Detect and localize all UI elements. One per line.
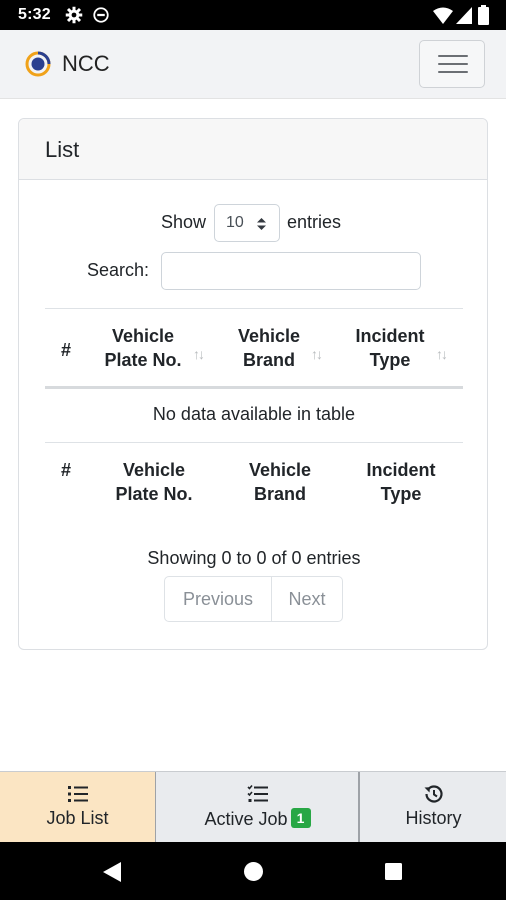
home-icon[interactable] <box>244 862 263 881</box>
list-icon <box>68 786 88 802</box>
system-nav-bar <box>0 842 506 900</box>
table-header-border <box>45 386 463 389</box>
brand-name[interactable]: NCC <box>62 51 110 77</box>
show-label: Show <box>161 212 207 232</box>
entries-per-page-select[interactable]: 10 <box>214 204 280 242</box>
list-card: List <box>18 118 488 650</box>
card-header: List <box>19 119 487 180</box>
next-button[interactable]: Next <box>272 577 342 621</box>
hamburger-bar <box>438 63 468 65</box>
table-footer-border <box>45 442 463 443</box>
hamburger-menu-button[interactable] <box>419 40 485 88</box>
table-top-border <box>45 308 463 309</box>
col-header-number[interactable]: # <box>52 338 80 362</box>
select-arrows-icon <box>257 218 266 230</box>
col-footer-brand: Vehicle Brand <box>235 458 325 506</box>
col-header-number-text: # <box>60 340 71 360</box>
status-bar: 5:32 <box>0 0 506 30</box>
status-time: 5:32 <box>18 6 51 23</box>
bottom-tab-bar: Job List Active Job 1 History <box>0 771 506 843</box>
tab-active-job-text: Active Job <box>204 809 288 829</box>
table-info-text: Showing 0 to 0 of 0 entries <box>147 548 361 568</box>
col-header-plate-line1: Vehicle <box>111 326 175 346</box>
search-label: Search: <box>87 260 150 280</box>
col-footer-incident-line1: Incident <box>366 460 436 480</box>
col-header-plate[interactable]: Vehicle Plate No. <box>92 324 194 372</box>
col-footer-incident: Incident Type <box>357 458 445 506</box>
col-footer-number: # <box>52 458 80 482</box>
gear-icon <box>65 6 83 24</box>
col-header-plate-line2: Plate No. <box>104 350 182 370</box>
col-header-brand[interactable]: Vehicle Brand <box>224 324 314 372</box>
tab-history[interactable]: History <box>361 772 506 843</box>
entries-per-page-value: 10 <box>226 214 244 231</box>
hamburger-menu-icon <box>438 55 468 57</box>
active-job-count-badge: 1 <box>290 808 311 828</box>
sort-icon: ↑↓ <box>311 346 323 362</box>
col-header-brand-line2: Brand <box>242 350 295 370</box>
previous-button[interactable]: Previous <box>165 577 272 621</box>
col-footer-brand-line1: Vehicle <box>248 460 312 480</box>
sort-icon: ↑↓ <box>193 346 205 362</box>
entries-label: entries <box>287 212 342 232</box>
battery-icon <box>478 5 489 25</box>
card-title: List <box>45 137 80 162</box>
col-header-incident[interactable]: Incident Type <box>346 324 434 372</box>
col-header-incident-line2: Type <box>369 350 411 370</box>
search-input[interactable] <box>161 252 421 290</box>
tab-active-job-label: Active Job 1 <box>157 808 358 830</box>
ncc-logo-icon <box>25 51 51 77</box>
tab-job-list[interactable]: Job List <box>0 772 156 843</box>
col-footer-plate-line1: Vehicle <box>122 460 186 480</box>
sort-icon: ↑↓ <box>436 346 448 362</box>
col-footer-number-text: # <box>60 460 71 480</box>
tab-history-label: History <box>405 808 462 828</box>
col-footer-plate: Vehicle Plate No. <box>103 458 205 506</box>
history-icon <box>424 785 443 803</box>
col-footer-incident-line2: Type <box>380 484 422 504</box>
empty-table-message: No data available in table <box>152 404 356 424</box>
wifi-icon <box>433 7 453 24</box>
tab-active-job[interactable]: Active Job 1 <box>157 772 360 843</box>
back-icon[interactable] <box>103 862 121 882</box>
pagination: Previous Next <box>164 576 343 622</box>
col-footer-brand-line2: Brand <box>253 484 306 504</box>
hamburger-bar <box>438 71 468 73</box>
tab-job-list-label: Job List <box>46 808 109 828</box>
col-footer-plate-line2: Plate No. <box>115 484 193 504</box>
recents-icon[interactable] <box>385 863 402 880</box>
col-header-brand-line1: Vehicle <box>237 326 301 346</box>
col-header-incident-line1: Incident <box>355 326 425 346</box>
cell-signal-icon <box>456 7 472 24</box>
checklist-icon <box>247 784 268 802</box>
screen-cast-icon <box>93 7 109 23</box>
